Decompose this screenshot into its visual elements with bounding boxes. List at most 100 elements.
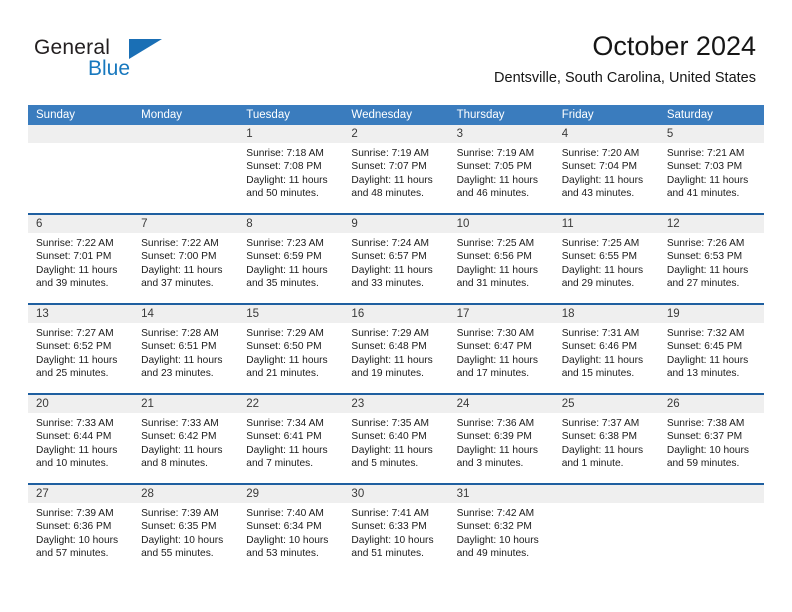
- day-number: 27: [28, 485, 134, 503]
- day-sun-info: Sunrise: 7:22 AM Sunset: 7:01 PM Daylight:…: [28, 233, 133, 291]
- day-sunset-text: Sunset: 6:37 PM: [666, 431, 743, 443]
- day-cell[interactable]: 28 Sunrise: 7:39 AM Sunset: 6:35 PM Dayligh…: [133, 485, 239, 573]
- day-sun-info: Sunrise: 7:34 AM Sunset: 6:41 PM Daylight:…: [238, 413, 343, 471]
- day-daylight-2-text: and 10 minutes.: [36, 458, 109, 470]
- day-number: 1: [238, 125, 344, 143]
- day-cell[interactable]: 10 Sunrise: 7:25 AM Sunset: 6:56 PM Dayligh…: [448, 215, 554, 303]
- day-daylight-1-text: Daylight: 11 hours: [246, 354, 328, 366]
- day-cell[interactable]: 26 Sunrise: 7:38 AM Sunset: 6:37 PM Dayligh…: [658, 395, 764, 483]
- day-cell[interactable]: 14 Sunrise: 7:28 AM Sunset: 6:51 PM Dayligh…: [133, 305, 239, 393]
- day-daylight-2-text: and 33 minutes.: [351, 278, 424, 290]
- day-cell[interactable]: 5 Sunrise: 7:21 AM Sunset: 7:03 PM Daylight…: [658, 125, 764, 213]
- day-cell[interactable]: 20 Sunrise: 7:33 AM Sunset: 6:44 PM Dayligh…: [28, 395, 134, 483]
- day-sun-info: Sunrise: 7:25 AM Sunset: 6:55 PM Daylight:…: [554, 233, 659, 291]
- day-sunrise-text: Sunrise: 7:34 AM: [246, 418, 324, 429]
- day-cell[interactable]: 1 Sunrise: 7:18 AM Sunset: 7:08 PM Daylight…: [238, 125, 344, 213]
- general-blue-logo[interactable]: General Blue: [34, 36, 234, 88]
- day-daylight-2-text: and 5 minutes.: [351, 458, 419, 470]
- day-sunset-text: Sunset: 6:39 PM: [456, 431, 532, 443]
- day-daylight-1-text: Daylight: 11 hours: [561, 264, 644, 276]
- day-sun-info: Sunrise: 7:33 AM Sunset: 6:42 PM Daylight:…: [133, 413, 238, 471]
- day-sun-info: [659, 503, 764, 507]
- day-daylight-1-text: Daylight: 11 hours: [246, 174, 328, 186]
- dow-thursday: Thursday: [456, 109, 505, 121]
- day-cell[interactable]: 6 Sunrise: 7:22 AM Sunset: 7:01 PM Daylight…: [28, 215, 134, 303]
- day-cell[interactable]: 30 Sunrise: 7:41 AM Sunset: 6:33 PM Dayligh…: [343, 485, 449, 573]
- day-number: 16: [343, 305, 449, 323]
- day-sun-info: [554, 503, 659, 507]
- day-sunrise-text: Sunrise: 7:19 AM: [456, 148, 535, 159]
- day-number: [28, 125, 134, 143]
- day-daylight-2-text: and 1 minute.: [561, 458, 624, 470]
- day-daylight-1-text: Daylight: 11 hours: [456, 354, 538, 366]
- day-number: 23: [343, 395, 449, 413]
- day-cell[interactable]: 12 Sunrise: 7:26 AM Sunset: 6:53 PM Dayligh…: [658, 215, 764, 303]
- day-cell[interactable]: 25 Sunrise: 7:37 AM Sunset: 6:38 PM Dayligh…: [553, 395, 659, 483]
- day-daylight-1-text: Daylight: 11 hours: [666, 174, 749, 186]
- day-cell[interactable]: 21 Sunrise: 7:33 AM Sunset: 6:42 PM Dayligh…: [133, 395, 239, 483]
- day-cell[interactable]: 29 Sunrise: 7:40 AM Sunset: 6:34 PM Dayligh…: [238, 485, 344, 573]
- day-cell[interactable]: 22 Sunrise: 7:34 AM Sunset: 6:41 PM Dayligh…: [238, 395, 344, 483]
- day-cell[interactable]: 18 Sunrise: 7:31 AM Sunset: 6:46 PM Dayligh…: [553, 305, 659, 393]
- day-number: 31: [448, 485, 554, 503]
- day-cell[interactable]: 4 Sunrise: 7:20 AM Sunset: 7:04 PM Daylight…: [553, 125, 659, 213]
- day-number: 6: [28, 215, 134, 233]
- day-sunrise-text: Sunrise: 7:20 AM: [561, 148, 640, 159]
- day-daylight-1-text: Daylight: 11 hours: [456, 174, 538, 186]
- day-sun-info: Sunrise: 7:39 AM Sunset: 6:36 PM Daylight:…: [28, 503, 133, 561]
- calendar-week-row: 27 Sunrise: 7:39 AM Sunset: 6:36 PM Dayligh…: [28, 483, 764, 573]
- day-number: 8: [238, 215, 344, 233]
- day-cell[interactable]: 9 Sunrise: 7:24 AM Sunset: 6:57 PM Daylight…: [343, 215, 449, 303]
- day-daylight-2-text: and 29 minutes.: [561, 278, 635, 290]
- day-cell[interactable]: 11 Sunrise: 7:25 AM Sunset: 6:55 PM Dayligh…: [553, 215, 659, 303]
- day-number: 10: [448, 215, 554, 233]
- day-sunrise-text: Sunrise: 7:28 AM: [141, 328, 219, 339]
- dow-saturday: Saturday: [666, 109, 713, 121]
- day-cell[interactable]: 24 Sunrise: 7:36 AM Sunset: 6:39 PM Dayligh…: [448, 395, 554, 483]
- day-daylight-1-text: Daylight: 11 hours: [351, 354, 433, 366]
- day-cell[interactable]: 16 Sunrise: 7:29 AM Sunset: 6:48 PM Dayligh…: [343, 305, 449, 393]
- day-daylight-2-text: and 55 minutes.: [141, 548, 214, 560]
- day-cell[interactable]: 7 Sunrise: 7:22 AM Sunset: 7:00 PM Daylight…: [133, 215, 239, 303]
- page-header: General Blue October 2024 Dentsville, So…: [0, 0, 792, 100]
- day-sun-info: Sunrise: 7:22 AM Sunset: 7:00 PM Daylight:…: [133, 233, 238, 291]
- day-daylight-2-text: and 41 minutes.: [666, 188, 740, 200]
- day-daylight-2-text: and 46 minutes.: [456, 188, 530, 200]
- day-cell[interactable]: 15 Sunrise: 7:29 AM Sunset: 6:50 PM Dayligh…: [238, 305, 344, 393]
- day-sun-info: Sunrise: 7:29 AM Sunset: 6:50 PM Daylight:…: [238, 323, 343, 381]
- day-sunrise-text: Sunrise: 7:19 AM: [351, 148, 430, 159]
- day-daylight-1-text: Daylight: 11 hours: [246, 264, 328, 276]
- day-sunrise-text: Sunrise: 7:25 AM: [561, 238, 640, 249]
- day-cell[interactable]: 3 Sunrise: 7:19 AM Sunset: 7:05 PM Daylight…: [448, 125, 554, 213]
- day-sunset-text: Sunset: 7:07 PM: [351, 161, 427, 173]
- day-sunset-text: Sunset: 6:56 PM: [456, 251, 532, 263]
- day-sun-info: Sunrise: 7:37 AM Sunset: 6:38 PM Daylight:…: [554, 413, 659, 471]
- day-number: 4: [553, 125, 659, 143]
- day-sun-info: Sunrise: 7:27 AM Sunset: 6:52 PM Daylight:…: [28, 323, 133, 381]
- day-cell[interactable]: 17 Sunrise: 7:30 AM Sunset: 6:47 PM Dayligh…: [448, 305, 554, 393]
- day-cell[interactable]: 8 Sunrise: 7:23 AM Sunset: 6:59 PM Daylight…: [238, 215, 344, 303]
- day-cell[interactable]: 23 Sunrise: 7:35 AM Sunset: 6:40 PM Dayligh…: [343, 395, 449, 483]
- day-sunrise-text: Sunrise: 7:32 AM: [666, 328, 745, 339]
- day-cell[interactable]: 13 Sunrise: 7:27 AM Sunset: 6:52 PM Dayligh…: [28, 305, 134, 393]
- day-number: 28: [133, 485, 239, 503]
- calendar-week-row: 6 Sunrise: 7:22 AM Sunset: 7:01 PM Daylight…: [28, 213, 764, 303]
- day-daylight-2-text: and 31 minutes.: [456, 278, 530, 290]
- logo-word-blue: Blue: [88, 57, 131, 80]
- day-daylight-2-text: and 21 minutes.: [246, 368, 319, 380]
- day-sunrise-text: Sunrise: 7:40 AM: [246, 508, 324, 519]
- day-daylight-2-text: and 35 minutes.: [246, 278, 319, 290]
- day-cell[interactable]: 19 Sunrise: 7:32 AM Sunset: 6:45 PM Dayligh…: [658, 305, 764, 393]
- day-daylight-2-text: and 3 minutes.: [456, 458, 524, 470]
- day-cell[interactable]: 2 Sunrise: 7:19 AM Sunset: 7:07 PM Daylight…: [343, 125, 449, 213]
- day-cell[interactable]: 31 Sunrise: 7:42 AM Sunset: 6:32 PM Dayligh…: [448, 485, 554, 573]
- day-number: 19: [658, 305, 764, 323]
- day-daylight-1-text: Daylight: 10 hours: [141, 534, 224, 546]
- day-sun-info: Sunrise: 7:39 AM Sunset: 6:35 PM Daylight:…: [133, 503, 238, 561]
- day-sun-info: Sunrise: 7:42 AM Sunset: 6:32 PM Daylight:…: [449, 503, 554, 561]
- day-sunrise-text: Sunrise: 7:42 AM: [456, 508, 535, 519]
- calendar-grid: Sunday Monday Tuesday Wednesday Thursday…: [28, 105, 764, 573]
- day-number: [658, 485, 764, 503]
- day-cell[interactable]: 27 Sunrise: 7:39 AM Sunset: 6:36 PM Dayligh…: [28, 485, 134, 573]
- day-number: 29: [238, 485, 344, 503]
